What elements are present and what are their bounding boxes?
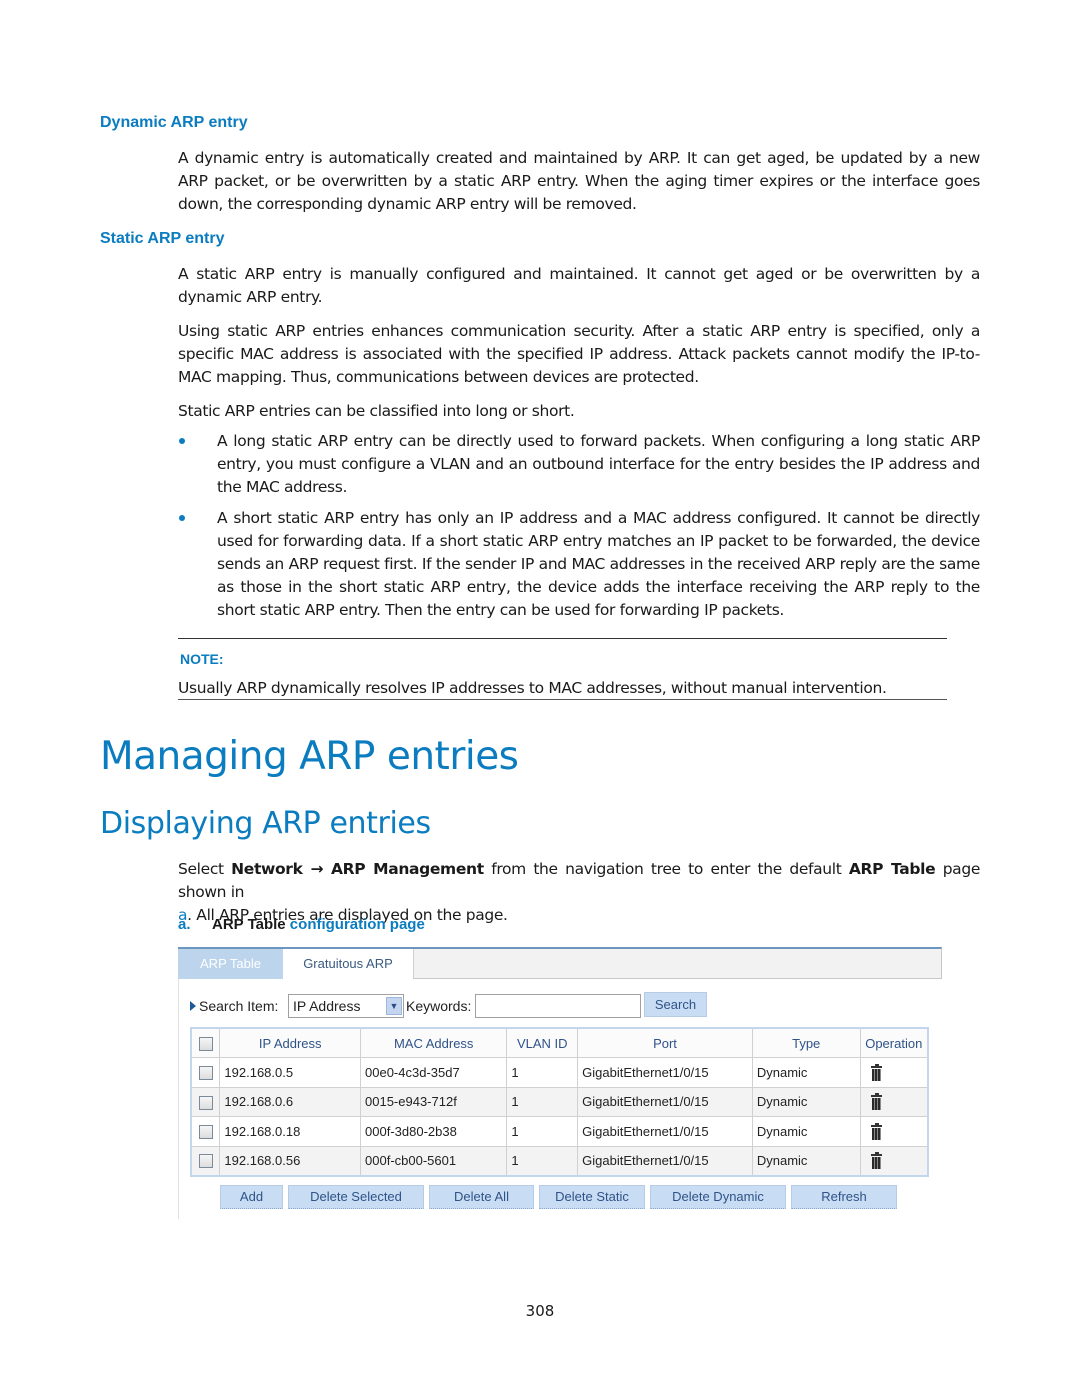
menu-arp-management: ARP Management bbox=[331, 860, 484, 878]
table-row: 192.168.0.18 000f-3d80-2b38 1 GigabitEth… bbox=[190, 1116, 929, 1147]
heading-dynamic-arp-entry: Dynamic ARP entry bbox=[100, 114, 248, 131]
cell-mac: 000f-3d80-2b38 bbox=[360, 1116, 508, 1147]
keywords-label: Keywords: bbox=[406, 998, 472, 1014]
row-checkbox-cell bbox=[190, 1057, 221, 1088]
cell-operation bbox=[859, 1116, 929, 1147]
column-port[interactable]: Port bbox=[577, 1027, 753, 1058]
select-all-cell bbox=[190, 1027, 221, 1058]
cell-type: Dynamic bbox=[751, 1116, 861, 1147]
frame-border bbox=[178, 977, 179, 1219]
row-checkbox[interactable] bbox=[198, 1066, 213, 1081]
cell-port: GigabitEthernet1/0/15 bbox=[577, 1057, 753, 1088]
search-item-label: Search Item: bbox=[199, 998, 279, 1014]
intro-text: Select bbox=[178, 860, 232, 878]
arrow: → bbox=[302, 860, 332, 878]
cell-port: GigabitEthernet1/0/15 bbox=[577, 1145, 753, 1176]
table-row: 192.168.0.5 00e0-4c3d-35d7 1 GigabitEthe… bbox=[190, 1057, 929, 1088]
refresh-button[interactable]: Refresh bbox=[791, 1185, 897, 1209]
paragraph-static-arp-2: Using static ARP entries enhances commun… bbox=[178, 322, 980, 386]
heading-displaying-arp-entries: Displaying ARP entries bbox=[100, 806, 431, 841]
search-item-value: IP Address bbox=[293, 998, 361, 1014]
search-item-select[interactable]: IP Address ▼ bbox=[288, 994, 404, 1018]
cell-ip: 192.168.0.5 bbox=[219, 1057, 362, 1088]
cell-vlan: 1 bbox=[506, 1116, 579, 1147]
delete-all-button[interactable]: Delete All bbox=[429, 1185, 534, 1209]
cell-port: GigabitEthernet1/0/15 bbox=[577, 1086, 753, 1117]
cell-mac: 000f-cb00-5601 bbox=[360, 1145, 508, 1176]
cell-vlan: 1 bbox=[506, 1145, 579, 1176]
delete-static-button[interactable]: Delete Static bbox=[539, 1185, 645, 1209]
table-row: 192.168.0.56 000f-cb00-5601 1 GigabitEth… bbox=[190, 1145, 929, 1176]
cell-vlan: 1 bbox=[506, 1086, 579, 1117]
row-checkbox-cell bbox=[190, 1116, 221, 1147]
note-label: NOTE: bbox=[180, 651, 224, 667]
trash-icon[interactable] bbox=[870, 1063, 882, 1081]
page-number: 308 bbox=[525, 1302, 555, 1320]
add-button[interactable]: Add bbox=[220, 1185, 283, 1209]
triangle-right-icon bbox=[190, 1001, 196, 1011]
delete-selected-button[interactable]: Delete Selected bbox=[288, 1185, 424, 1209]
bullet-text: A long static ARP entry can be directly … bbox=[217, 432, 980, 496]
bullet-dot-icon bbox=[179, 515, 185, 521]
figure-number: a. bbox=[178, 916, 191, 933]
select-all-checkbox[interactable] bbox=[198, 1036, 213, 1051]
figure-title: configuration page bbox=[285, 916, 425, 933]
paragraph-static-arp-3: Static ARP entries can be classified int… bbox=[178, 402, 575, 420]
trash-icon[interactable] bbox=[870, 1093, 882, 1111]
note-divider-bottom bbox=[178, 699, 947, 700]
cell-mac: 0015-e943-712f bbox=[360, 1086, 508, 1117]
cell-ip: 192.168.0.18 bbox=[219, 1116, 362, 1147]
page-arp-table: ARP Table bbox=[848, 860, 936, 878]
figure-title-bold: ARP Table bbox=[212, 916, 286, 933]
trash-icon[interactable] bbox=[870, 1152, 882, 1170]
search-button[interactable]: Search bbox=[644, 992, 707, 1017]
note-divider-top bbox=[178, 638, 947, 639]
cell-type: Dynamic bbox=[751, 1145, 861, 1176]
search-row: Search Item: IP Address ▼ Keywords: Sear… bbox=[190, 992, 930, 1019]
column-type[interactable]: Type bbox=[751, 1027, 861, 1058]
cell-mac: 00e0-4c3d-35d7 bbox=[360, 1057, 508, 1088]
table-header: IP Address MAC Address VLAN ID Port Type… bbox=[190, 1027, 929, 1058]
cell-operation bbox=[859, 1145, 929, 1176]
column-vlan-id[interactable]: VLAN ID bbox=[506, 1027, 579, 1058]
column-mac-address[interactable]: MAC Address bbox=[360, 1027, 508, 1058]
heading-static-arp-entry: Static ARP entry bbox=[100, 230, 225, 247]
row-checkbox[interactable] bbox=[198, 1125, 213, 1140]
row-checkbox[interactable] bbox=[198, 1095, 213, 1110]
bullet-text: A short static ARP entry has only an IP … bbox=[217, 509, 980, 619]
figure-caption: a. ARP Table configuration page bbox=[178, 916, 425, 933]
cell-ip: 192.168.0.6 bbox=[219, 1086, 362, 1117]
arp-table: IP Address MAC Address VLAN ID Port Type… bbox=[190, 1027, 929, 1177]
tab-bar: ARP Table Gratuitous ARP bbox=[178, 947, 942, 979]
column-ip-address[interactable]: IP Address bbox=[219, 1027, 362, 1058]
cell-type: Dynamic bbox=[751, 1057, 861, 1088]
delete-dynamic-button[interactable]: Delete Dynamic bbox=[650, 1185, 786, 1209]
row-checkbox-cell bbox=[190, 1086, 221, 1117]
cell-ip: 192.168.0.56 bbox=[219, 1145, 362, 1176]
intro-text: from the navigation tree to enter the de… bbox=[483, 860, 849, 878]
bullet-dot-icon bbox=[179, 438, 185, 444]
row-checkbox-cell bbox=[190, 1145, 221, 1176]
paragraph-dynamic-arp: A dynamic entry is automatically created… bbox=[178, 149, 980, 213]
arp-table-screenshot: ARP Table Gratuitous ARP Search Item: IP… bbox=[178, 947, 942, 1219]
cell-operation bbox=[859, 1086, 929, 1117]
table-row: 192.168.0.6 0015-e943-712f 1 GigabitEthe… bbox=[190, 1086, 929, 1117]
menu-network: Network bbox=[231, 860, 303, 878]
cell-operation bbox=[859, 1057, 929, 1088]
keywords-input[interactable] bbox=[475, 994, 641, 1018]
tab-gratuitous-arp[interactable]: Gratuitous ARP bbox=[283, 949, 414, 979]
paragraph-static-arp-1: A static ARP entry is manually configure… bbox=[178, 265, 980, 306]
column-operation: Operation bbox=[859, 1027, 929, 1058]
heading-managing-arp-entries: Managing ARP entries bbox=[100, 734, 519, 779]
note-text: Usually ARP dynamically resolves IP addr… bbox=[178, 679, 887, 697]
trash-icon[interactable] bbox=[870, 1122, 882, 1140]
chevron-down-icon[interactable]: ▼ bbox=[386, 997, 402, 1015]
row-checkbox[interactable] bbox=[198, 1154, 213, 1169]
cell-vlan: 1 bbox=[506, 1057, 579, 1088]
tab-arp-table[interactable]: ARP Table bbox=[178, 949, 283, 979]
cell-type: Dynamic bbox=[751, 1086, 861, 1117]
cell-port: GigabitEthernet1/0/15 bbox=[577, 1116, 753, 1147]
